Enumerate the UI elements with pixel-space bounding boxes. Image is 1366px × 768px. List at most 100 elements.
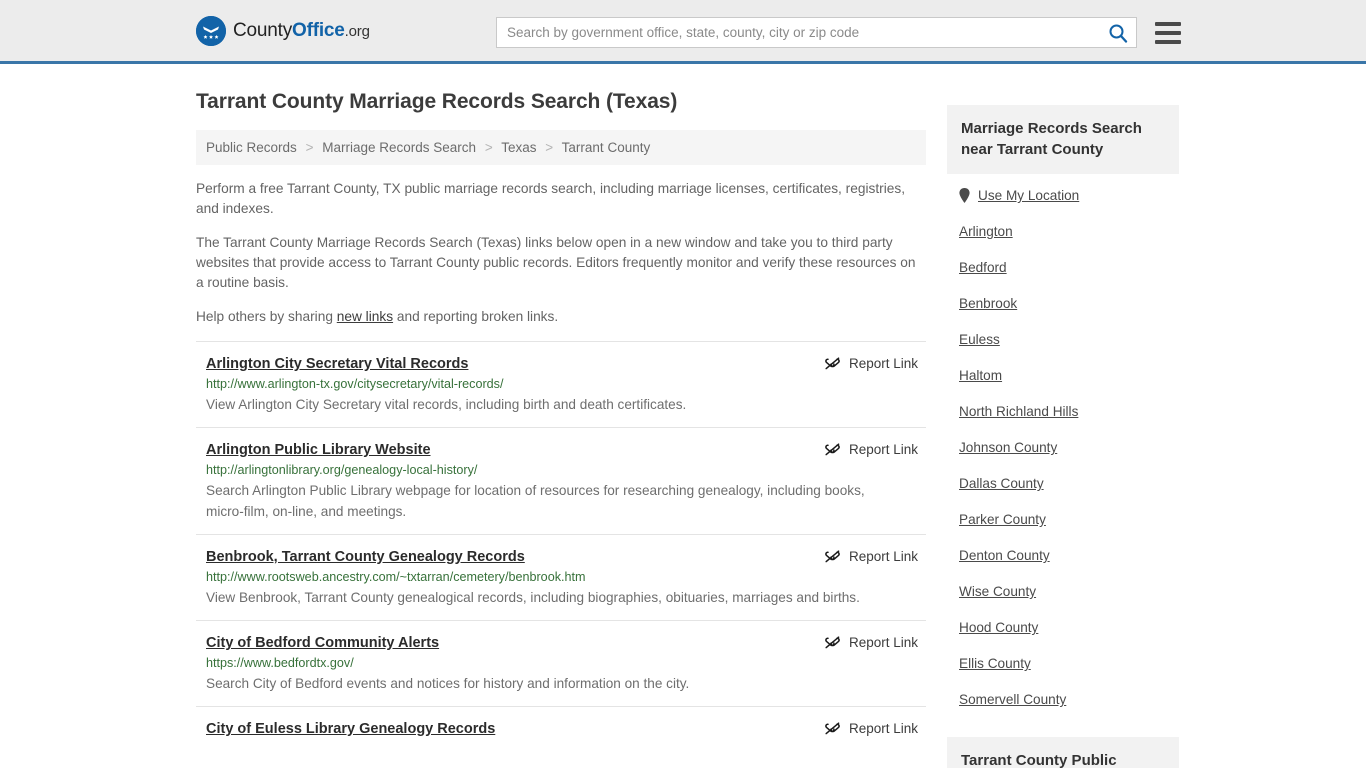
sidebar: Marriage Records Search near Tarrant Cou… <box>947 64 1179 768</box>
report-link-label: Report Link <box>848 549 918 564</box>
page-title: Tarrant County Marriage Records Search (… <box>196 90 678 113</box>
broken-link-icon <box>824 355 841 372</box>
sidebar-link-label[interactable]: Bedford <box>959 260 1007 275</box>
sidebar-item-benbrook[interactable]: Benbrook <box>959 296 1165 311</box>
sidebar-item-denton-county[interactable]: Denton County <box>959 548 1165 563</box>
broken-link-icon <box>824 441 841 458</box>
report-link-label: Report Link <box>848 635 918 650</box>
search-icon[interactable] <box>1108 23 1128 43</box>
sidebar-item-arlington[interactable]: Arlington <box>959 224 1165 239</box>
result-title-link[interactable]: Arlington City Secretary Vital Records <box>206 356 468 372</box>
result-url[interactable]: http://www.rootsweb.ancestry.com/~txtarr… <box>206 570 926 584</box>
report-link-button[interactable]: Report Link <box>824 634 918 651</box>
logo-text-org: .org <box>344 22 370 40</box>
broken-link-icon <box>824 634 841 651</box>
result-item: City of Euless Library Genealogy Records… <box>196 706 926 750</box>
result-title-link[interactable]: City of Bedford Community Alerts <box>206 635 439 651</box>
intro-paragraph-3: Help others by sharing new links and rep… <box>196 307 926 327</box>
hamburger-menu-icon[interactable] <box>1155 21 1181 44</box>
result-url[interactable]: http://arlingtonlibrary.org/genealogy-lo… <box>206 463 926 477</box>
site-header: CountyOffice.org <box>0 0 1366 64</box>
sidebar-item-hood-county[interactable]: Hood County <box>959 620 1165 635</box>
sidebar-widget-heading: Marriage Records Search near Tarrant Cou… <box>947 105 1179 174</box>
result-item: City of Bedford Community Alerts https:/… <box>196 620 926 706</box>
report-link-button[interactable]: Report Link <box>824 720 918 737</box>
sidebar-link-label[interactable]: Parker County <box>959 512 1046 527</box>
sidebar-widget-public-records: Tarrant County Public <box>947 737 1179 768</box>
result-item: Arlington City Secretary Vital Records h… <box>196 341 926 427</box>
sidebar-item-bedford[interactable]: Bedford <box>959 260 1165 275</box>
intro-p3-before: Help others by sharing <box>196 309 337 324</box>
sidebar-link-label[interactable]: Johnson County <box>959 440 1057 455</box>
report-link-button[interactable]: Report Link <box>824 355 918 372</box>
result-url[interactable]: http://www.arlington-tx.gov/citysecretar… <box>206 377 926 391</box>
sidebar-link-label[interactable]: Euless <box>959 332 1000 347</box>
sidebar-item-dallas-county[interactable]: Dallas County <box>959 476 1165 491</box>
page-container: Tarrant County Marriage Records Search (… <box>0 64 1366 768</box>
report-link-label: Report Link <box>848 721 918 736</box>
map-pin-icon <box>959 188 970 203</box>
new-links-link[interactable]: new links <box>337 309 393 324</box>
sidebar-item-johnson-county[interactable]: Johnson County <box>959 440 1165 455</box>
logo-text-office: Office <box>292 19 345 41</box>
sidebar-widget-body: Use My Location Arlington Bedford Benbro… <box>947 174 1179 707</box>
sidebar-item-use-my-location[interactable]: Use My Location <box>959 188 1165 203</box>
sidebar-item-somervell-county[interactable]: Somervell County <box>959 692 1165 707</box>
breadcrumb-item-tarrant-county[interactable]: Tarrant County <box>562 140 651 155</box>
sidebar-link-label[interactable]: North Richland Hills <box>959 404 1078 419</box>
sidebar-link-label[interactable]: Denton County <box>959 548 1050 563</box>
intro-paragraph-2: The Tarrant County Marriage Records Sear… <box>196 235 916 290</box>
result-description: Search Arlington Public Library webpage … <box>206 483 865 519</box>
sidebar-link-label[interactable]: Haltom <box>959 368 1002 383</box>
result-title-link[interactable]: City of Euless Library Genealogy Records <box>206 721 495 737</box>
report-link-button[interactable]: Report Link <box>824 441 918 458</box>
result-url[interactable]: https://www.bedfordtx.gov/ <box>206 656 926 670</box>
sidebar-item-north-richland-hills[interactable]: North Richland Hills <box>959 404 1165 419</box>
use-my-location-label[interactable]: Use My Location <box>978 188 1079 203</box>
eagle-shield-logo-icon <box>196 15 226 46</box>
sidebar-link-label[interactable]: Somervell County <box>959 692 1066 707</box>
breadcrumb-item-texas[interactable]: Texas <box>501 140 536 155</box>
hamburger-bar <box>1155 30 1181 35</box>
breadcrumb-separator: > <box>545 140 554 155</box>
logo-text: CountyOffice.org <box>233 20 370 42</box>
sidebar-item-ellis-county[interactable]: Ellis County <box>959 656 1165 671</box>
breadcrumb-separator: > <box>305 140 314 155</box>
report-link-label: Report Link <box>848 356 918 371</box>
sidebar-link-label[interactable]: Ellis County <box>959 656 1031 671</box>
breadcrumb-item-marriage-records-search[interactable]: Marriage Records Search <box>322 140 476 155</box>
sidebar-link-label[interactable]: Benbrook <box>959 296 1017 311</box>
broken-link-icon <box>824 720 841 737</box>
breadcrumb: Public Records > Marriage Records Search… <box>196 130 926 165</box>
result-description: View Arlington City Secretary vital reco… <box>206 397 687 412</box>
sidebar-item-parker-county[interactable]: Parker County <box>959 512 1165 527</box>
header-search-zone <box>496 17 1181 48</box>
result-item: Arlington Public Library Website http://… <box>196 427 926 534</box>
breadcrumb-item-public-records[interactable]: Public Records <box>206 140 297 155</box>
sidebar-link-label[interactable]: Hood County <box>959 620 1038 635</box>
results-list: Arlington City Secretary Vital Records h… <box>196 341 926 750</box>
result-description: View Benbrook, Tarrant County genealogic… <box>206 590 860 605</box>
result-description: Search City of Bedford events and notice… <box>206 676 690 691</box>
sidebar-widget-heading: Tarrant County Public <box>947 737 1179 768</box>
intro-p3-after: and reporting broken links. <box>393 309 559 324</box>
sidebar-item-haltom[interactable]: Haltom <box>959 368 1165 383</box>
sidebar-widget-nearby: Marriage Records Search near Tarrant Cou… <box>947 105 1179 707</box>
result-item: Benbrook, Tarrant County Genealogy Recor… <box>196 534 926 620</box>
search-input[interactable] <box>507 25 1108 40</box>
intro-section: Perform a free Tarrant County, TX public… <box>196 179 926 327</box>
sidebar-link-label[interactable]: Dallas County <box>959 476 1044 491</box>
sidebar-link-label[interactable]: Wise County <box>959 584 1036 599</box>
site-logo[interactable]: CountyOffice.org <box>196 15 370 46</box>
sidebar-widget-spacer <box>947 728 1179 737</box>
result-title-link[interactable]: Arlington Public Library Website <box>206 442 431 458</box>
sidebar-link-label[interactable]: Arlington <box>959 224 1013 239</box>
report-link-button[interactable]: Report Link <box>824 548 918 565</box>
search-box[interactable] <box>496 17 1137 48</box>
result-title-link[interactable]: Benbrook, Tarrant County Genealogy Recor… <box>206 549 525 565</box>
sidebar-item-euless[interactable]: Euless <box>959 332 1165 347</box>
hamburger-bar <box>1155 21 1181 26</box>
broken-link-icon <box>824 548 841 565</box>
sidebar-item-wise-county[interactable]: Wise County <box>959 584 1165 599</box>
main-content: Tarrant County Marriage Records Search (… <box>196 64 926 750</box>
